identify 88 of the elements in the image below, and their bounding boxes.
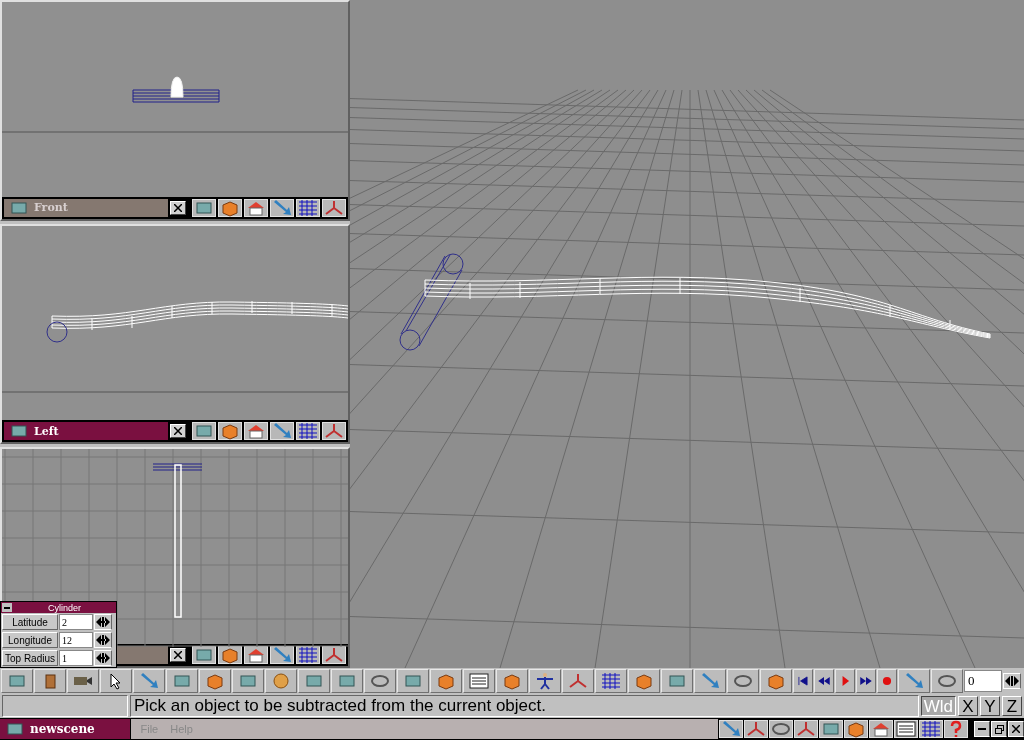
tool-button[interactable] [744, 720, 769, 738]
value-field[interactable]: 12 [59, 632, 93, 648]
minimize-icon [4, 606, 10, 609]
close-button[interactable] [1008, 721, 1024, 737]
playback-button[interactable] [814, 669, 834, 693]
panel-title: Cylinder [47, 602, 82, 613]
double-arrow-icon [1005, 676, 1019, 686]
axes-icon [323, 422, 345, 441]
axes-icon [323, 198, 345, 217]
minimize-icon [978, 728, 987, 730]
axes-icon [323, 646, 345, 664]
close-button[interactable] [170, 424, 186, 439]
playback-button[interactable] [856, 669, 876, 693]
spin-button[interactable] [1003, 673, 1021, 689]
sphere-icon [270, 672, 292, 690]
double-arrow-icon [96, 617, 110, 627]
field-label[interactable]: Latitude [2, 614, 58, 630]
grid-icon [297, 422, 319, 441]
axis-button[interactable]: X [958, 696, 978, 716]
cube-icon [501, 672, 523, 690]
tool-button[interactable] [719, 720, 744, 738]
spin-button[interactable] [94, 650, 112, 666]
playback-button[interactable] [793, 669, 813, 693]
close-button[interactable] [170, 648, 186, 662]
cube-icon [633, 672, 655, 690]
view-tool-button[interactable] [270, 422, 294, 441]
view-tool-button[interactable] [218, 422, 242, 441]
grid-icon [297, 198, 319, 217]
minimize-button[interactable] [974, 721, 991, 737]
tool-button[interactable] [844, 720, 869, 738]
restore-icon [994, 724, 1004, 734]
frame-field[interactable]: 0 [964, 670, 1002, 692]
value-field[interactable]: 2 [59, 614, 93, 630]
torus-icon [770, 720, 793, 738]
tool-button[interactable] [529, 669, 561, 693]
tool-button[interactable] [944, 720, 969, 738]
list-icon [468, 672, 490, 690]
tool-button[interactable] [100, 669, 132, 693]
double-arrow-icon [96, 653, 110, 663]
restore-button[interactable] [991, 721, 1008, 737]
close-icon [174, 203, 182, 212]
tool-button[interactable] [931, 669, 963, 693]
close-button[interactable] [170, 200, 186, 215]
viewport-title[interactable]: Left [4, 422, 168, 441]
close-icon [174, 427, 182, 436]
cube-icon [765, 672, 787, 690]
list-icon [895, 720, 918, 738]
view-tool-button[interactable] [296, 422, 320, 441]
view-tool-button[interactable] [244, 422, 268, 441]
field-label[interactable]: Top Radius [2, 650, 58, 666]
tool-button[interactable] [869, 720, 894, 738]
cube-icon [219, 646, 241, 664]
double-arrow-icon [96, 635, 110, 645]
torus-icon [369, 672, 391, 690]
view-tool-button[interactable] [270, 198, 294, 217]
grid-icon [920, 720, 943, 738]
cube-icon [204, 672, 226, 690]
tool-button[interactable] [769, 720, 794, 738]
view-tool-button[interactable] [218, 198, 242, 217]
tool-button[interactable] [894, 720, 919, 738]
spin-button[interactable] [94, 614, 112, 630]
tool-button[interactable] [595, 669, 627, 693]
view-tool-button[interactable] [322, 422, 346, 441]
grid-icon [600, 672, 622, 690]
view-tool-button[interactable] [296, 198, 320, 217]
cube-icon [435, 672, 457, 690]
close-icon [1012, 725, 1020, 733]
tool-button[interactable] [794, 720, 819, 738]
view-tool-button[interactable] [322, 198, 346, 217]
torus-icon [732, 672, 754, 690]
field-label[interactable]: Longitude [2, 632, 58, 648]
axis-button[interactable]: Y [980, 696, 1000, 716]
app-button[interactable]: newscene [0, 719, 130, 739]
tool-button[interactable] [67, 669, 99, 693]
axes-icon [567, 672, 589, 690]
axis-button[interactable]: Z [1002, 696, 1022, 716]
torus-icon [936, 672, 958, 690]
grid-icon [297, 646, 319, 664]
close-icon [174, 651, 182, 659]
value-field[interactable]: 1 [59, 650, 93, 666]
tool-button[interactable] [727, 669, 759, 693]
spin-button[interactable] [94, 632, 112, 648]
minimize-button[interactable] [2, 603, 12, 612]
status-message: Pick an object to be subtracted from the current object. [130, 695, 919, 717]
view-tool-button[interactable] [244, 198, 268, 217]
tool-button[interactable] [919, 720, 944, 738]
tool-button[interactable] [364, 669, 396, 693]
figure-icon [534, 672, 556, 690]
